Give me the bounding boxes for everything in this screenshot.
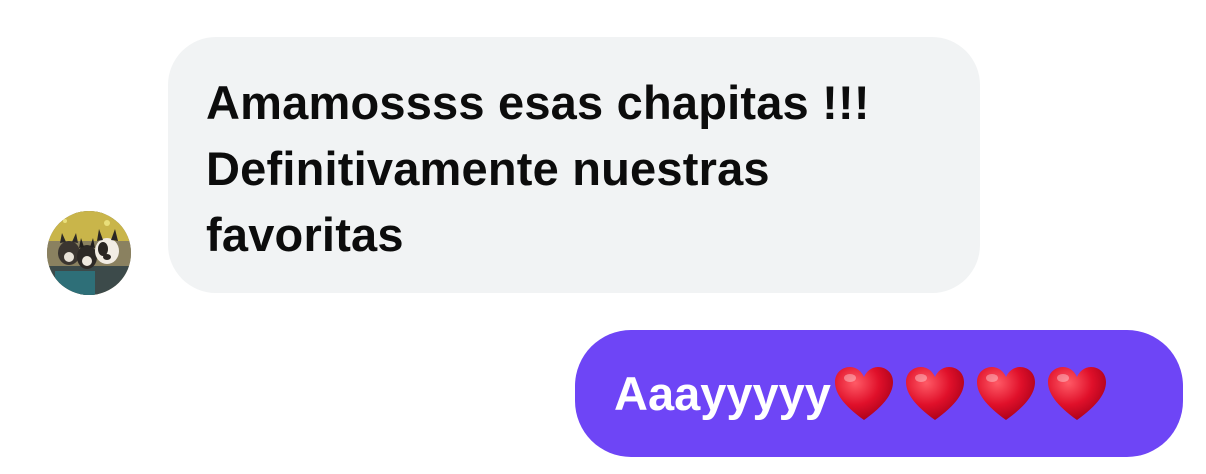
chat-thread: Amamossss esas chapitas !!! Definitivame… [0, 0, 1206, 474]
message-text: Aaayyyyy [614, 367, 831, 420]
message-line: Amamossss esas chapitas !!! [206, 76, 870, 129]
emoji-group [833, 365, 1117, 423]
red-heart-icon [975, 365, 1037, 423]
message-line: Definitivamente nuestras [206, 142, 770, 195]
outgoing-message-bubble[interactable]: Aaayyyyy [575, 330, 1183, 457]
avatar-photo [47, 211, 131, 295]
avatar[interactable] [47, 211, 131, 295]
red-heart-icon [904, 365, 966, 423]
message-line: favoritas [206, 208, 404, 261]
incoming-message-bubble[interactable]: Amamossss esas chapitas !!! Definitivame… [168, 37, 980, 293]
red-heart-icon [833, 365, 895, 423]
red-heart-icon [1046, 365, 1108, 423]
